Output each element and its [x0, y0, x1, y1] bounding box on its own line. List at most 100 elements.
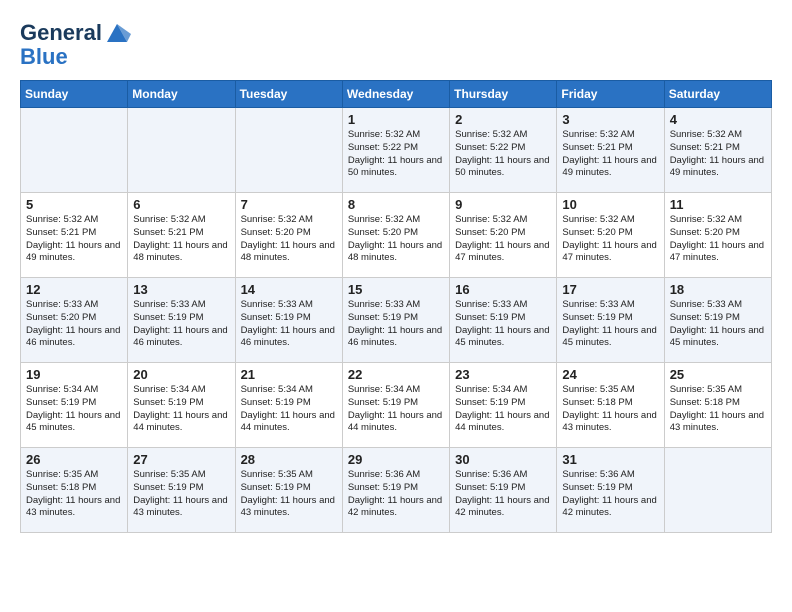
day-number: 8: [348, 197, 444, 212]
calendar-cell: [21, 108, 128, 193]
day-number: 19: [26, 367, 122, 382]
day-number: 16: [455, 282, 551, 297]
cell-content: Sunrise: 5:32 AM Sunset: 5:20 PM Dayligh…: [348, 214, 444, 265]
cell-content: Sunrise: 5:32 AM Sunset: 5:20 PM Dayligh…: [241, 214, 337, 265]
day-number: 21: [241, 367, 337, 382]
calendar-cell: 28 Sunrise: 5:35 AM Sunset: 5:19 PM Dayli…: [235, 448, 342, 533]
cell-content: Sunrise: 5:35 AM Sunset: 5:19 PM Dayligh…: [241, 469, 337, 520]
cell-content: Sunrise: 5:33 AM Sunset: 5:19 PM Dayligh…: [562, 299, 658, 350]
cell-content: Sunrise: 5:33 AM Sunset: 5:19 PM Dayligh…: [348, 299, 444, 350]
cell-content: Sunrise: 5:35 AM Sunset: 5:19 PM Dayligh…: [133, 469, 229, 520]
week-row-3: 12Sunrise: 5:33 AM Sunset: 5:20 PM Dayli…: [21, 278, 772, 363]
col-header-wednesday: Wednesday: [342, 81, 449, 108]
cell-content: Sunrise: 5:32 AM Sunset: 5:22 PM Dayligh…: [455, 129, 551, 180]
day-number: 15: [348, 282, 444, 297]
day-number: 24: [562, 367, 658, 382]
calendar-cell: 4 Sunrise: 5:32 AM Sunset: 5:21 PM Daylig…: [664, 108, 771, 193]
day-number: 11: [670, 197, 766, 212]
day-number: 27: [133, 452, 229, 467]
cell-content: Sunrise: 5:33 AM Sunset: 5:20 PM Dayligh…: [26, 299, 122, 350]
calendar-cell: 3Sunrise: 5:32 AM Sunset: 5:21 PM Daylig…: [557, 108, 664, 193]
calendar-cell: 6Sunrise: 5:32 AM Sunset: 5:21 PM Daylig…: [128, 193, 235, 278]
cell-content: Sunrise: 5:34 AM Sunset: 5:19 PM Dayligh…: [348, 384, 444, 435]
cell-content: Sunrise: 5:33 AM Sunset: 5:19 PM Dayligh…: [670, 299, 766, 350]
day-number: 18: [670, 282, 766, 297]
calendar-cell: 26Sunrise: 5:35 AM Sunset: 5:18 PM Dayli…: [21, 448, 128, 533]
cell-content: Sunrise: 5:32 AM Sunset: 5:22 PM Dayligh…: [348, 129, 444, 180]
day-number: 9: [455, 197, 551, 212]
cell-content: Sunrise: 5:36 AM Sunset: 5:19 PM Dayligh…: [455, 469, 551, 520]
calendar-cell: 5Sunrise: 5:32 AM Sunset: 5:21 PM Daylig…: [21, 193, 128, 278]
day-number: 30: [455, 452, 551, 467]
week-row-2: 5Sunrise: 5:32 AM Sunset: 5:21 PM Daylig…: [21, 193, 772, 278]
calendar-cell: 11 Sunrise: 5:32 AM Sunset: 5:20 PM Dayli…: [664, 193, 771, 278]
calendar-cell: 27 Sunrise: 5:35 AM Sunset: 5:19 PM Dayli…: [128, 448, 235, 533]
col-header-friday: Friday: [557, 81, 664, 108]
cell-content: Sunrise: 5:32 AM Sunset: 5:21 PM Dayligh…: [670, 129, 766, 180]
day-number: 23: [455, 367, 551, 382]
day-number: 13: [133, 282, 229, 297]
cell-content: Sunrise: 5:34 AM Sunset: 5:19 PM Dayligh…: [241, 384, 337, 435]
day-number: 7: [241, 197, 337, 212]
week-row-4: 19 Sunrise: 5:34 AM Sunset: 5:19 PM Dayli…: [21, 363, 772, 448]
cell-content: Sunrise: 5:35 AM Sunset: 5:18 PM Dayligh…: [670, 384, 766, 435]
week-row-5: 26Sunrise: 5:35 AM Sunset: 5:18 PM Dayli…: [21, 448, 772, 533]
day-number: 10: [562, 197, 658, 212]
calendar-cell: 12Sunrise: 5:33 AM Sunset: 5:20 PM Dayli…: [21, 278, 128, 363]
day-number: 4: [670, 112, 766, 127]
calendar-cell: 1 Sunrise: 5:32 AM Sunset: 5:22 PM Daylig…: [342, 108, 449, 193]
col-header-monday: Monday: [128, 81, 235, 108]
calendar-cell: 31 Sunrise: 5:36 AM Sunset: 5:19 PM Dayli…: [557, 448, 664, 533]
day-number: 28: [241, 452, 337, 467]
calendar-cell: 10 Sunrise: 5:32 AM Sunset: 5:20 PM Dayli…: [557, 193, 664, 278]
cell-content: Sunrise: 5:33 AM Sunset: 5:19 PM Dayligh…: [241, 299, 337, 350]
cell-content: Sunrise: 5:34 AM Sunset: 5:19 PM Dayligh…: [455, 384, 551, 435]
calendar-cell: 2Sunrise: 5:32 AM Sunset: 5:22 PM Daylig…: [450, 108, 557, 193]
calendar-cell: 19 Sunrise: 5:34 AM Sunset: 5:19 PM Dayli…: [21, 363, 128, 448]
cell-content: Sunrise: 5:35 AM Sunset: 5:18 PM Dayligh…: [26, 469, 122, 520]
day-number: 5: [26, 197, 122, 212]
page-header: General Blue: [20, 20, 772, 70]
day-number: 1: [348, 112, 444, 127]
calendar-cell: 17Sunrise: 5:33 AM Sunset: 5:19 PM Dayli…: [557, 278, 664, 363]
calendar-cell: 24Sunrise: 5:35 AM Sunset: 5:18 PM Dayli…: [557, 363, 664, 448]
calendar-cell: 18 Sunrise: 5:33 AM Sunset: 5:19 PM Dayli…: [664, 278, 771, 363]
cell-content: Sunrise: 5:34 AM Sunset: 5:19 PM Dayligh…: [26, 384, 122, 435]
cell-content: Sunrise: 5:33 AM Sunset: 5:19 PM Dayligh…: [455, 299, 551, 350]
calendar-cell: 15 Sunrise: 5:33 AM Sunset: 5:19 PM Dayli…: [342, 278, 449, 363]
calendar-cell: 21 Sunrise: 5:34 AM Sunset: 5:19 PM Dayli…: [235, 363, 342, 448]
cell-content: Sunrise: 5:32 AM Sunset: 5:20 PM Dayligh…: [455, 214, 551, 265]
calendar-cell: 30 Sunrise: 5:36 AM Sunset: 5:19 PM Dayli…: [450, 448, 557, 533]
cell-content: Sunrise: 5:33 AM Sunset: 5:19 PM Dayligh…: [133, 299, 229, 350]
calendar-cell: 9 Sunrise: 5:32 AM Sunset: 5:20 PM Daylig…: [450, 193, 557, 278]
calendar-cell: 29Sunrise: 5:36 AM Sunset: 5:19 PM Dayli…: [342, 448, 449, 533]
calendar-cell: 23 Sunrise: 5:34 AM Sunset: 5:19 PM Dayli…: [450, 363, 557, 448]
day-number: 20: [133, 367, 229, 382]
calendar-cell: [128, 108, 235, 193]
calendar-cell: 25 Sunrise: 5:35 AM Sunset: 5:18 PM Dayli…: [664, 363, 771, 448]
calendar-cell: 16 Sunrise: 5:33 AM Sunset: 5:19 PM Dayli…: [450, 278, 557, 363]
calendar-cell: 20 Sunrise: 5:34 AM Sunset: 5:19 PM Dayli…: [128, 363, 235, 448]
header-row: SundayMondayTuesdayWednesdayThursdayFrid…: [21, 81, 772, 108]
calendar-cell: 8 Sunrise: 5:32 AM Sunset: 5:20 PM Daylig…: [342, 193, 449, 278]
cell-content: Sunrise: 5:36 AM Sunset: 5:19 PM Dayligh…: [562, 469, 658, 520]
calendar-table: SundayMondayTuesdayWednesdayThursdayFrid…: [20, 80, 772, 533]
day-number: 25: [670, 367, 766, 382]
col-header-thursday: Thursday: [450, 81, 557, 108]
cell-content: Sunrise: 5:36 AM Sunset: 5:19 PM Dayligh…: [348, 469, 444, 520]
cell-content: Sunrise: 5:32 AM Sunset: 5:20 PM Dayligh…: [562, 214, 658, 265]
col-header-tuesday: Tuesday: [235, 81, 342, 108]
day-number: 3: [562, 112, 658, 127]
day-number: 6: [133, 197, 229, 212]
day-number: 22: [348, 367, 444, 382]
cell-content: Sunrise: 5:34 AM Sunset: 5:19 PM Dayligh…: [133, 384, 229, 435]
week-row-1: 1 Sunrise: 5:32 AM Sunset: 5:22 PM Daylig…: [21, 108, 772, 193]
calendar-cell: 14Sunrise: 5:33 AM Sunset: 5:19 PM Dayli…: [235, 278, 342, 363]
cell-content: Sunrise: 5:32 AM Sunset: 5:20 PM Dayligh…: [670, 214, 766, 265]
calendar-cell: [235, 108, 342, 193]
day-number: 31: [562, 452, 658, 467]
calendar-cell: 7 Sunrise: 5:32 AM Sunset: 5:20 PM Daylig…: [235, 193, 342, 278]
calendar-cell: 13 Sunrise: 5:33 AM Sunset: 5:19 PM Dayli…: [128, 278, 235, 363]
col-header-sunday: Sunday: [21, 81, 128, 108]
calendar-cell: 22 Sunrise: 5:34 AM Sunset: 5:19 PM Dayli…: [342, 363, 449, 448]
